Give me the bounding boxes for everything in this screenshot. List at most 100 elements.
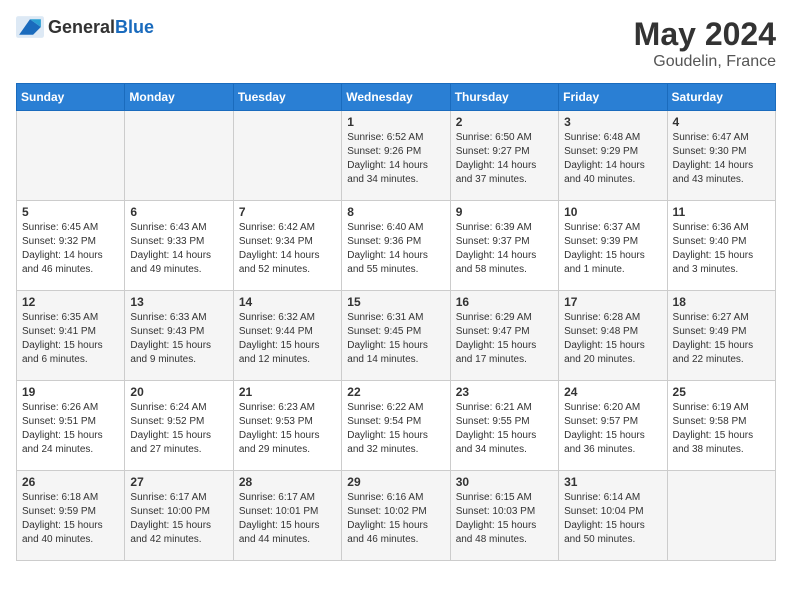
- day-info: Sunset: 9:53 PM: [239, 415, 336, 429]
- title-block: May 2024 Goudelin, France: [634, 16, 776, 71]
- day-info: and 55 minutes.: [347, 263, 444, 277]
- day-info: and 9 minutes.: [130, 353, 227, 367]
- day-info: Daylight: 15 hours: [347, 429, 444, 443]
- day-info: and 46 minutes.: [347, 533, 444, 547]
- calendar-cell: 20Sunrise: 6:24 AMSunset: 9:52 PMDayligh…: [125, 381, 233, 471]
- day-info: Sunrise: 6:40 AM: [347, 221, 444, 235]
- day-info: Sunset: 10:03 PM: [456, 505, 553, 519]
- day-info: and 36 minutes.: [564, 443, 661, 457]
- day-info: Sunrise: 6:16 AM: [347, 491, 444, 505]
- day-info: Daylight: 14 hours: [239, 249, 336, 263]
- calendar-title: May 2024: [634, 16, 776, 53]
- calendar-cell: 22Sunrise: 6:22 AMSunset: 9:54 PMDayligh…: [342, 381, 450, 471]
- day-info: Daylight: 15 hours: [564, 429, 661, 443]
- day-info: Sunset: 9:59 PM: [22, 505, 119, 519]
- weekday-header: Wednesday: [342, 84, 450, 111]
- day-info: Sunrise: 6:27 AM: [673, 311, 770, 325]
- day-info: Daylight: 15 hours: [347, 339, 444, 353]
- weekday-header: Thursday: [450, 84, 558, 111]
- day-number: 28: [239, 475, 336, 489]
- calendar-week-row: 5Sunrise: 6:45 AMSunset: 9:32 PMDaylight…: [17, 201, 776, 291]
- calendar-cell: 29Sunrise: 6:16 AMSunset: 10:02 PMDaylig…: [342, 471, 450, 561]
- page-header: GeneralBlue May 2024 Goudelin, France: [16, 16, 776, 71]
- day-info: Sunrise: 6:26 AM: [22, 401, 119, 415]
- calendar-week-row: 19 Sunrise: 6:26 AMSunset: 9:51 PM Dayligh…: [17, 381, 776, 471]
- day-info: Sunset: 9:34 PM: [239, 235, 336, 249]
- day-info: Sunrise: 6:42 AM: [239, 221, 336, 235]
- day-number: 17: [564, 295, 661, 309]
- day-info: and 32 minutes.: [347, 443, 444, 457]
- day-info: Sunset: 9:51 PM: [22, 415, 119, 429]
- day-info: Sunrise: 6:36 AM: [673, 221, 770, 235]
- day-info: and 14 minutes.: [347, 353, 444, 367]
- day-info: Daylight: 14 hours: [564, 159, 661, 173]
- day-info: Sunset: 9:57 PM: [564, 415, 661, 429]
- day-number: 9: [456, 205, 553, 219]
- day-info: Sunset: 9:26 PM: [347, 145, 444, 159]
- day-info: Daylight: 14 hours: [130, 249, 227, 263]
- calendar-cell: 3Sunrise: 6:48 AMSunset: 9:29 PMDaylight…: [559, 111, 667, 201]
- calendar-week-row: 1Sunrise: 6:52 AMSunset: 9:26 PMDaylight…: [17, 111, 776, 201]
- day-info: Sunset: 9:54 PM: [347, 415, 444, 429]
- day-info: and 20 minutes.: [564, 353, 661, 367]
- day-number: 14: [239, 295, 336, 309]
- day-info: Daylight: 15 hours: [239, 429, 336, 443]
- day-info: Sunrise: 6:35 AM: [22, 311, 119, 325]
- day-info: Sunset: 10:02 PM: [347, 505, 444, 519]
- calendar-cell: 24Sunrise: 6:20 AMSunset: 9:57 PMDayligh…: [559, 381, 667, 471]
- calendar-cell: 15Sunrise: 6:31 AMSunset: 9:45 PMDayligh…: [342, 291, 450, 381]
- day-info: Sunrise: 6:23 AM: [239, 401, 336, 415]
- day-info: Daylight: 15 hours: [130, 429, 227, 443]
- day-number: 7: [239, 205, 336, 219]
- calendar-cell: 9Sunrise: 6:39 AMSunset: 9:37 PMDaylight…: [450, 201, 558, 291]
- day-info: Daylight: 15 hours: [130, 519, 227, 533]
- calendar-cell: 30Sunrise: 6:15 AMSunset: 10:03 PMDaylig…: [450, 471, 558, 561]
- day-number: 12: [22, 295, 119, 309]
- calendar-cell: 4Sunrise: 6:47 AMSunset: 9:30 PMDaylight…: [667, 111, 775, 201]
- day-number: 30: [456, 475, 553, 489]
- day-info: and 42 minutes.: [130, 533, 227, 547]
- day-info: Daylight: 15 hours: [22, 339, 119, 353]
- weekday-header: Sunday: [17, 84, 125, 111]
- day-info: Sunrise: 6:37 AM: [564, 221, 661, 235]
- day-number: 21: [239, 385, 336, 399]
- day-info: Sunrise: 6:17 AM: [239, 491, 336, 505]
- day-number: 27: [130, 475, 227, 489]
- day-info: and 49 minutes.: [130, 263, 227, 277]
- day-info: Sunset: 9:40 PM: [673, 235, 770, 249]
- calendar-cell: 10Sunrise: 6:37 AMSunset: 9:39 PMDayligh…: [559, 201, 667, 291]
- day-number: 19: [22, 385, 119, 399]
- day-number: 6: [130, 205, 227, 219]
- calendar-cell: 26Sunrise: 6:18 AMSunset: 9:59 PMDayligh…: [17, 471, 125, 561]
- day-info: Daylight: 15 hours: [239, 519, 336, 533]
- day-info: and 27 minutes.: [130, 443, 227, 457]
- day-info: and 6 minutes.: [22, 353, 119, 367]
- day-info: and 29 minutes.: [239, 443, 336, 457]
- calendar-cell: 23Sunrise: 6:21 AMSunset: 9:55 PMDayligh…: [450, 381, 558, 471]
- logo-text: GeneralBlue: [48, 17, 154, 38]
- day-info: and 40 minutes.: [564, 173, 661, 187]
- day-info: Sunset: 9:47 PM: [456, 325, 553, 339]
- day-info: and 48 minutes.: [456, 533, 553, 547]
- day-info: Sunrise: 6:17 AM: [130, 491, 227, 505]
- day-number: 1: [347, 115, 444, 129]
- day-number: 24: [564, 385, 661, 399]
- day-info: Sunrise: 6:14 AM: [564, 491, 661, 505]
- calendar-cell: 28Sunrise: 6:17 AMSunset: 10:01 PMDaylig…: [233, 471, 341, 561]
- calendar-cell: 6Sunrise: 6:43 AMSunset: 9:33 PMDaylight…: [125, 201, 233, 291]
- day-info: and 12 minutes.: [239, 353, 336, 367]
- day-info: Daylight: 15 hours: [673, 429, 770, 443]
- day-info: and 1 minute.: [564, 263, 661, 277]
- day-info: Sunrise: 6:39 AM: [456, 221, 553, 235]
- day-info: Sunset: 9:58 PM: [673, 415, 770, 429]
- day-number: 11: [673, 205, 770, 219]
- day-number: 18: [673, 295, 770, 309]
- day-info: Sunset: 9:45 PM: [347, 325, 444, 339]
- day-info: and 52 minutes.: [239, 263, 336, 277]
- day-info: Sunset: 9:55 PM: [456, 415, 553, 429]
- calendar-cell: 7 Sunrise: 6:42 AMSunset: 9:34 PMDaylight…: [233, 201, 341, 291]
- calendar-cell: 8Sunrise: 6:40 AMSunset: 9:36 PMDaylight…: [342, 201, 450, 291]
- day-info: Daylight: 14 hours: [347, 159, 444, 173]
- day-info: Daylight: 15 hours: [564, 519, 661, 533]
- day-info: Daylight: 14 hours: [456, 159, 553, 173]
